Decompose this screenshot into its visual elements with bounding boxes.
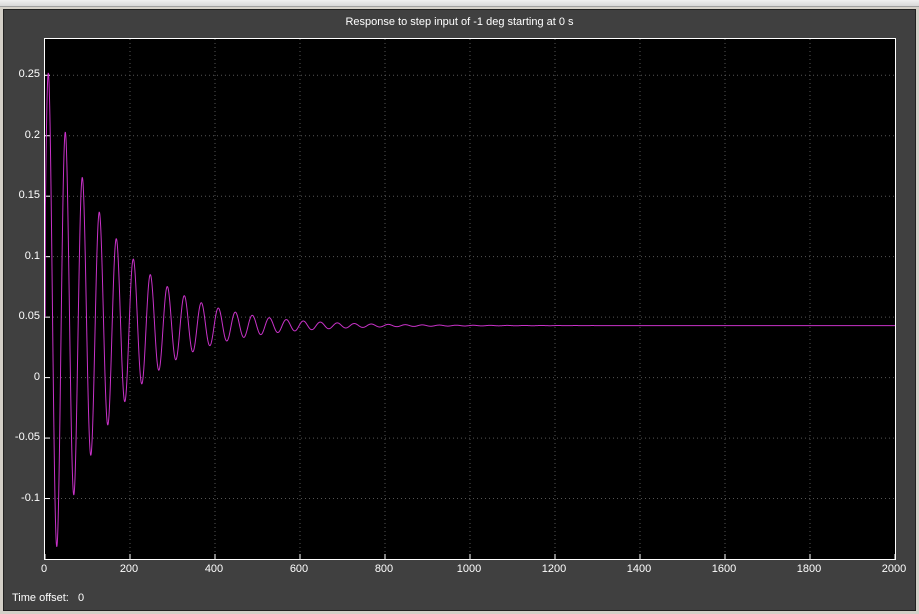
x-tick-label: 1400 (619, 563, 659, 575)
window-toolbar-strip (0, 0, 919, 7)
x-tick-label: 200 (109, 563, 149, 575)
x-tick-label: 2000 (874, 563, 914, 575)
scope-panel: Response to step input of -1 deg startin… (3, 9, 916, 611)
x-tick-label: 600 (279, 563, 319, 575)
y-tick-label: -0.1 (4, 492, 40, 504)
y-tick-label: 0.2 (4, 129, 40, 141)
time-offset-display: Time offset: 0 (12, 592, 84, 604)
x-tick-label: 0 (24, 563, 64, 575)
time-offset-label: Time offset: (12, 592, 69, 604)
x-tick-label: 800 (364, 563, 404, 575)
y-tick-label: 0.05 (4, 310, 40, 322)
x-tick-label: 400 (194, 563, 234, 575)
y-tick-label: 0.15 (4, 189, 40, 201)
y-tick-label: 0 (4, 371, 40, 383)
y-tick-label: -0.05 (4, 431, 40, 443)
plot-title: Response to step input of -1 deg startin… (4, 16, 915, 28)
x-tick-label: 1000 (449, 563, 489, 575)
x-tick-label: 1200 (534, 563, 574, 575)
y-tick-label: 0.1 (4, 250, 40, 262)
x-tick-label: 1800 (789, 563, 829, 575)
time-offset-value: 0 (78, 592, 84, 604)
y-tick-label: 0.25 (4, 68, 40, 80)
plot-area (44, 38, 896, 560)
x-tick-label: 1600 (704, 563, 744, 575)
